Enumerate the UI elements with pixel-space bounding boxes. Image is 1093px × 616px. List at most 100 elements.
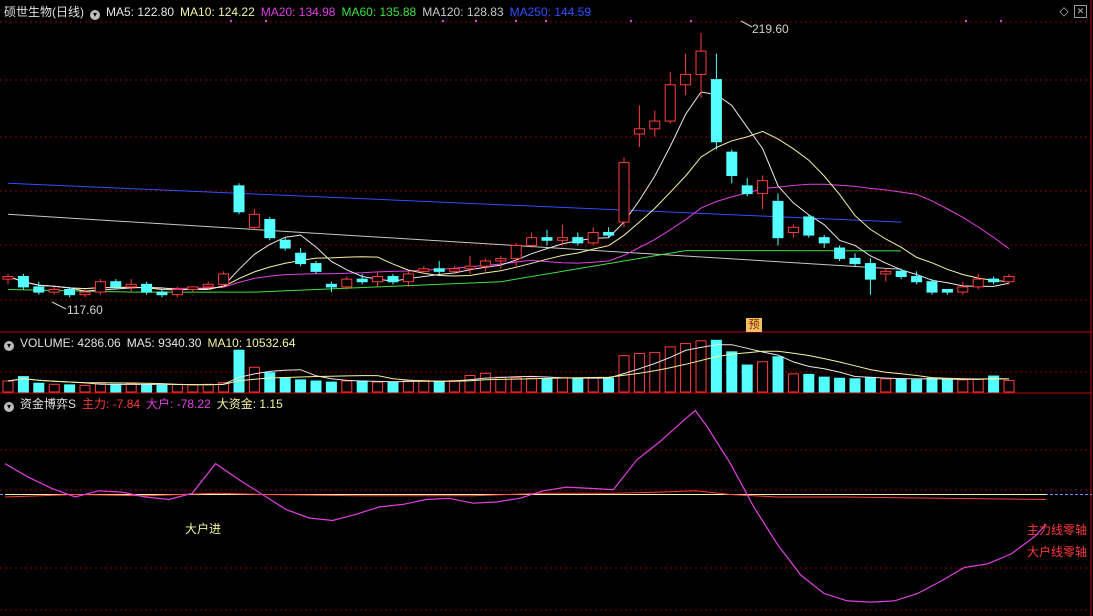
volume-bar [818, 376, 830, 393]
candle-down [356, 278, 368, 283]
chart-markers [51, 20, 1002, 310]
marker-dot [690, 20, 692, 22]
volume-bar [849, 378, 861, 393]
stock-title[interactable]: 硕世生物(日线) [4, 5, 84, 19]
volume-ma5-value: MA5: 9340.30 [126, 336, 202, 350]
ma5-value: MA5: 122.80 [106, 5, 175, 19]
candle-down [156, 291, 168, 296]
chart-canvas [0, 0, 1092, 616]
big-holder-value: 大户: -78.22 [146, 397, 211, 411]
candle-up [510, 244, 522, 259]
candle-up [2, 276, 14, 280]
main-zero-axis-label: 主力线零轴 [1027, 523, 1088, 537]
volume-bar [556, 377, 568, 393]
chevron-down-icon[interactable]: ▾ [90, 10, 100, 20]
volume-bar [895, 378, 907, 393]
candle-up [880, 270, 892, 275]
candle-down [726, 151, 738, 176]
candle-up [418, 268, 430, 272]
candle-down [325, 283, 337, 288]
volume-bar [295, 379, 307, 393]
candle-up [187, 286, 199, 290]
low-pointer [51, 301, 67, 310]
candle-up [94, 281, 106, 293]
candle-down [387, 276, 399, 283]
volume-ma10-value: MA10: 10532.64 [207, 336, 296, 350]
candle-up [633, 128, 645, 135]
volume-bar [387, 381, 399, 393]
chevron-down-icon[interactable]: ▾ [4, 402, 14, 412]
volume-bar [264, 372, 276, 393]
volume-bar [402, 380, 414, 393]
volume-bar [64, 384, 76, 393]
big-fund-value: 大资金: 1.15 [216, 397, 283, 411]
candle-up [618, 162, 630, 223]
volume-bar [787, 373, 799, 393]
candle-up [1003, 276, 1015, 283]
marker-dot [265, 20, 267, 22]
candle-down [295, 252, 307, 265]
volume-bar [972, 378, 984, 393]
candle-up [972, 278, 984, 288]
marker-dot [630, 20, 632, 22]
volume-bar [880, 378, 892, 393]
volume-bar [526, 377, 538, 393]
ma120-line [7, 213, 902, 270]
volume-bar [2, 380, 14, 393]
candle-up [495, 257, 507, 262]
volume-bar [171, 383, 183, 393]
marker-dot [545, 20, 547, 22]
candle-down [17, 276, 29, 288]
candlesticks [2, 32, 1015, 298]
candle-up [79, 291, 91, 296]
candle-down [834, 247, 846, 259]
volume-bar [310, 380, 322, 393]
candle-up [125, 283, 137, 288]
volume-bar [125, 383, 137, 393]
candle-down [803, 216, 815, 236]
volume-bar [710, 339, 722, 393]
volume-bar [664, 346, 676, 393]
candle-down [141, 283, 153, 293]
candle-up [787, 226, 799, 233]
candle-down [541, 237, 553, 241]
volume-bar [957, 379, 969, 393]
volume-bar [449, 379, 461, 393]
volume-bar [1003, 379, 1015, 393]
ma20-line [7, 183, 1010, 290]
candle-down [33, 286, 45, 293]
volume-bar [649, 351, 661, 393]
volume-bar [603, 377, 615, 393]
grid-lines [0, 0, 1092, 616]
volume-bar [94, 383, 106, 393]
forecast-badge[interactable]: 预 [746, 318, 762, 332]
indicator-title: 资金博弈S [20, 397, 77, 411]
candle-down [603, 231, 615, 236]
marker-dot [1000, 20, 1002, 22]
volume-value: VOLUME: 4286.06 [20, 336, 121, 350]
ma120-value: MA120: 128.83 [422, 5, 504, 19]
volume-bar [341, 380, 353, 393]
chevron-down-icon[interactable]: ▾ [4, 341, 14, 351]
candle-down [895, 270, 907, 278]
indicator-panel-header: ▾ 资金博弈S 主力: -7.84 大户: -78.22 大资金: 1.15 [4, 397, 289, 412]
volume-bar [202, 383, 214, 393]
candle-down [64, 288, 76, 296]
close-icon[interactable]: ✕ [1074, 5, 1087, 18]
volume-bar [79, 384, 91, 393]
big-zero-axis-label: 大户线零轴 [1027, 545, 1088, 559]
volume-bar [572, 377, 584, 393]
candle-down [772, 200, 784, 239]
candle-down [433, 268, 445, 272]
volume-bar [110, 383, 122, 393]
volume-bar [48, 383, 60, 393]
indicator-lines [0, 409, 1092, 603]
candle-up [587, 231, 599, 244]
ma20-value: MA20: 134.98 [260, 5, 336, 19]
candle-up [526, 237, 538, 246]
candle-up [171, 288, 183, 296]
diamond-icon[interactable]: ◇ [1057, 4, 1071, 18]
candle-up [695, 50, 707, 75]
volume-bar [464, 375, 476, 393]
volume-bar [279, 377, 291, 393]
